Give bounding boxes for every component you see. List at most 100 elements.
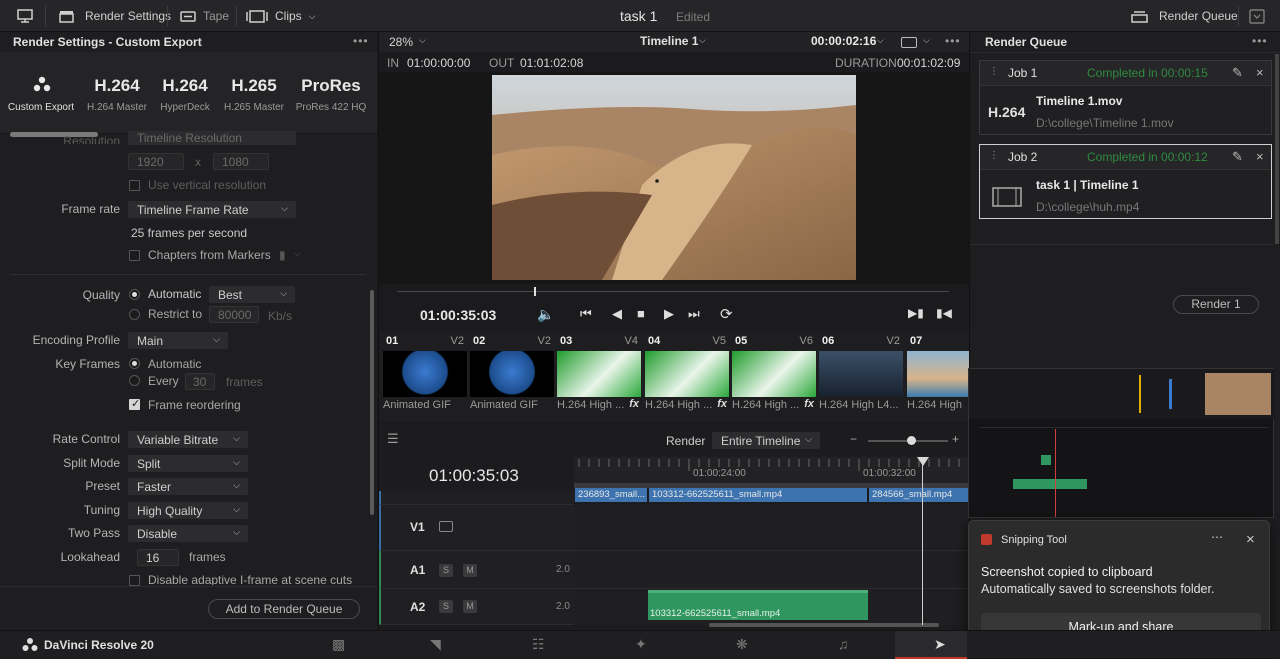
skip-end-icon[interactable]: ⏭ [688, 306, 700, 322]
settings-scrollbar[interactable] [370, 290, 374, 515]
kf-every-radio[interactable] [129, 375, 140, 386]
more-options-icon[interactable]: ••• [945, 34, 961, 48]
solo-button[interactable]: S [439, 564, 453, 577]
zoom-out-icon[interactable]: − [850, 432, 857, 446]
collapse-toggle[interactable] [1249, 0, 1265, 32]
volume-icon[interactable]: 🔈 [537, 306, 554, 323]
monitor-icon[interactable] [17, 0, 33, 32]
clip-thumbnail[interactable]: 01 V2 Animated GIF [383, 334, 467, 414]
render-range-dropdown[interactable]: Entire Timeline ⌵ [712, 432, 820, 449]
viewer-output-icon[interactable] [901, 37, 917, 48]
preset-h264-master[interactable]: H.264 H.264 Master [84, 52, 150, 134]
quality-dropdown[interactable]: Best ⌵ [209, 286, 295, 303]
more-options-icon[interactable]: ••• [1252, 34, 1268, 48]
stop-icon[interactable]: ■ [637, 306, 645, 321]
timeline-scrollbar[interactable] [709, 623, 939, 627]
timeline-name[interactable]: Timeline 1 [640, 34, 698, 48]
deliver-page-tab[interactable]: ➤ [895, 631, 967, 659]
playhead-handle[interactable] [917, 457, 929, 466]
scrubber-handle[interactable] [534, 287, 536, 296]
chevron-down-icon[interactable]: ⌵ [419, 35, 426, 46]
clip-thumbnail[interactable]: 06 V2 H.264 High L4... [819, 334, 903, 414]
width-input[interactable]: 1920 [128, 153, 184, 170]
track-header-a1[interactable]: A1 S M 2.0 [379, 551, 574, 589]
render-job-2[interactable]: ⋮ Job 2 Completed in 00:00:12 ✎ × task 1… [979, 144, 1272, 219]
disable-adaptive-checkbox[interactable] [129, 575, 140, 586]
preset-dropdown[interactable]: Faster ⌵ [128, 478, 248, 495]
clip-thumbnail[interactable]: 05 V6 H.264 High ... fx [732, 334, 816, 414]
fusion-page-icon[interactable]: ✦ [635, 636, 647, 653]
loop-icon[interactable]: ⟳ [720, 305, 733, 323]
marker-icon[interactable]: ▮ [279, 248, 286, 262]
play-reverse-icon[interactable]: ◀ [612, 306, 622, 322]
add-to-render-queue-button[interactable]: Add to Render Queue [208, 599, 360, 619]
render-job-1[interactable]: ⋮ Job 1 Completed in 00:00:15 ✎ × H.264 … [979, 60, 1272, 135]
close-icon[interactable]: × [1256, 65, 1264, 80]
clips-toggle[interactable]: Clips ⌵ [246, 0, 316, 32]
track-header-a2[interactable]: A2 S M 2.0 [379, 589, 574, 625]
render-button[interactable]: Render 1 [1173, 295, 1259, 314]
timeline-clip[interactable]: 284566_small.mp4 [869, 488, 969, 502]
audio-clip[interactable]: 103312-662525611_small.mp4 [648, 590, 868, 620]
preset-prores[interactable]: ProRes ProRes 422 HQ [294, 52, 368, 134]
timeline-clip[interactable]: 236893_small... [575, 488, 647, 502]
timeline-clip[interactable]: 103312-662525611_small.mp4 [649, 488, 867, 502]
drag-handle-icon[interactable]: ⋮ [989, 66, 999, 77]
vertical-resolution-checkbox[interactable] [129, 180, 140, 191]
encoding-profile-dropdown[interactable]: Main ⌵ [128, 332, 228, 349]
restrict-input[interactable]: 80000 [209, 306, 259, 323]
fairlight-page-icon[interactable]: ♫ [838, 636, 849, 652]
playhead[interactable] [922, 457, 923, 625]
two-pass-dropdown[interactable]: Disable ⌵ [128, 525, 248, 542]
kf-every-input[interactable]: 30 [185, 373, 215, 390]
chevron-down-icon[interactable]: ⌵ [699, 35, 706, 46]
kf-automatic-radio[interactable] [129, 358, 140, 369]
close-icon[interactable]: × [1246, 531, 1255, 548]
queue-scrollbar[interactable] [1275, 54, 1279, 244]
prev-marker-icon[interactable]: ▮◀ [936, 306, 952, 320]
chevron-down-icon[interactable]: ⌵ [877, 35, 884, 46]
split-mode-dropdown[interactable]: Split ⌵ [128, 455, 248, 472]
skip-start-icon[interactable]: ⏮ [580, 306, 592, 322]
zoom-slider-handle[interactable] [907, 436, 916, 445]
tape-toggle[interactable]: Tape [180, 0, 229, 32]
render-queue-toggle[interactable]: Render Queue [1131, 0, 1238, 32]
timeline-options-icon[interactable]: ☰ [387, 431, 399, 447]
rate-control-dropdown[interactable]: Variable Bitrate ⌵ [128, 431, 248, 448]
edit-icon[interactable]: ✎ [1232, 149, 1243, 165]
frame-reordering-checkbox[interactable] [129, 397, 140, 410]
resolution-dropdown[interactable]: Timeline Resolution [128, 131, 296, 145]
mute-button[interactable]: M [463, 600, 477, 613]
frame-rate-dropdown[interactable]: Timeline Frame Rate ⌵ [128, 201, 296, 218]
height-input[interactable]: 1080 [213, 153, 269, 170]
solo-button[interactable]: S [439, 600, 453, 613]
clip-thumbnail[interactable]: 02 V2 Animated GIF [470, 334, 554, 414]
preset-h265-master[interactable]: H.265 H.265 Master [221, 52, 287, 134]
chapters-checkbox[interactable] [129, 250, 140, 261]
timeline-ruler[interactable]: 01:00:24:00 01:00:32:00 [574, 457, 969, 483]
scrubber-track[interactable] [397, 291, 949, 292]
track-header-v1[interactable]: V1 [379, 505, 574, 551]
media-page-icon[interactable]: ▩ [332, 636, 345, 653]
edit-icon[interactable]: ✎ [1232, 65, 1243, 81]
tuning-dropdown[interactable]: High Quality ⌵ [128, 502, 248, 519]
cut-page-icon[interactable]: ◥ [430, 636, 441, 653]
next-marker-icon[interactable]: ▶▮ [908, 306, 924, 320]
zoom-in-icon[interactable]: + [952, 432, 959, 446]
close-icon[interactable]: × [1256, 149, 1264, 164]
film-icon[interactable] [439, 521, 453, 532]
restrict-radio[interactable] [129, 309, 140, 320]
clip-thumbnail[interactable]: 04 V5 H.264 High ... fx [645, 334, 729, 414]
more-options-icon[interactable]: ••• [353, 34, 369, 48]
chevron-down-icon[interactable]: ⌵ [923, 35, 930, 46]
preset-custom-export[interactable]: Custom Export [4, 52, 78, 134]
color-page-icon[interactable]: ❋ [736, 636, 748, 653]
edit-page-icon[interactable]: ☷ [532, 636, 545, 653]
render-settings-toggle[interactable]: Render Settings [59, 0, 171, 32]
play-icon[interactable]: ▶ [664, 306, 674, 322]
quality-automatic-radio[interactable] [129, 289, 140, 300]
preset-hyperdeck[interactable]: H.264 HyperDeck [152, 52, 218, 134]
mute-button[interactable]: M [463, 564, 477, 577]
clip-thumbnail[interactable]: 03 V4 H.264 High ... fx [557, 334, 641, 414]
chevron-down-icon[interactable]: ⌵ [294, 248, 301, 259]
